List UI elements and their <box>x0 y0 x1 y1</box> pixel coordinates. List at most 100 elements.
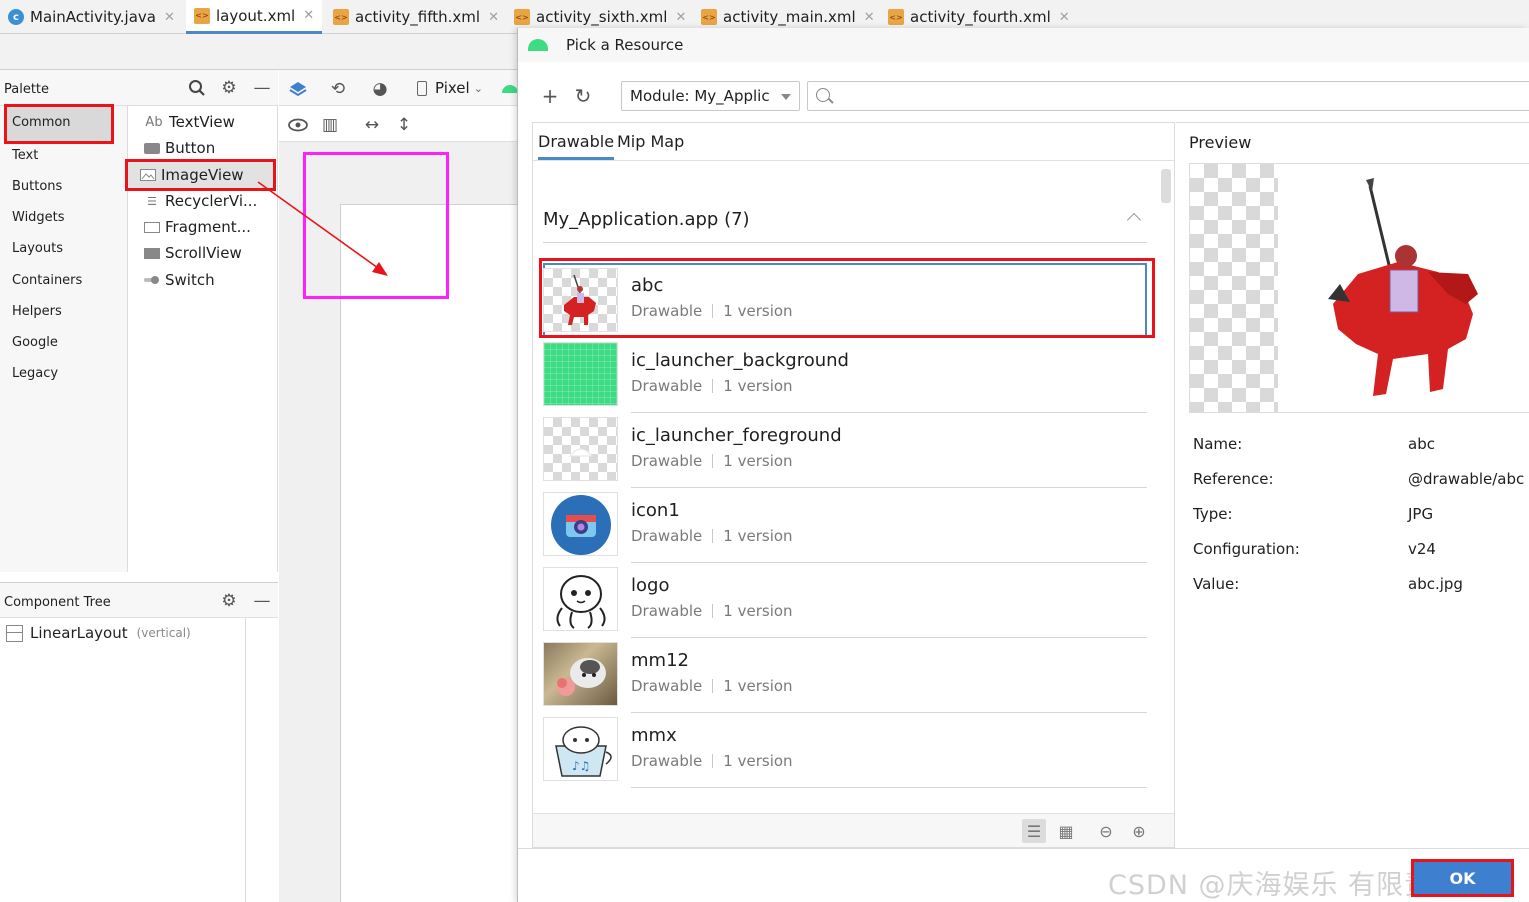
close-icon[interactable]: ✕ <box>864 10 875 25</box>
resource-versions: 1 version <box>723 602 793 620</box>
widget-imageview[interactable]: ImageView <box>125 159 276 191</box>
resource-versions: 1 version <box>723 452 793 470</box>
category-legacy[interactable]: Legacy <box>12 366 58 381</box>
tab-mipmap[interactable]: Mip Map <box>617 132 684 151</box>
widget-label: RecyclerVi... <box>165 192 258 210</box>
resource-meta: Drawable 1 version <box>631 602 793 620</box>
list-item-ic-launcher-background[interactable]: ic_launcher_background Drawable 1 versio… <box>543 338 1147 413</box>
widget-switch[interactable]: Switch <box>143 271 215 289</box>
resource-name: mmx <box>631 725 677 746</box>
search-icon[interactable] <box>187 78 207 98</box>
category-layouts[interactable]: Layouts <box>12 241 63 256</box>
resource-group-header[interactable]: My_Application.app (7) <box>543 209 1147 243</box>
tree-node-linearlayout[interactable]: LinearLayout (vertical) <box>6 624 191 642</box>
list-item-logo[interactable]: logo Drawable 1 version <box>543 563 1147 638</box>
design-canvas[interactable] <box>279 142 540 902</box>
widget-scrollview[interactable]: ScrollView <box>143 244 242 262</box>
tab-layout-xml[interactable]: <> layout.xml ✕ <box>186 0 323 34</box>
gear-icon[interactable]: ⚙ <box>219 591 239 611</box>
device-dropdown[interactable]: Pixel ⌄ <box>417 79 483 97</box>
eye-icon[interactable] <box>287 114 309 136</box>
transparency-strip <box>1190 164 1278 412</box>
list-view-icon[interactable]: ☰ <box>1022 819 1046 843</box>
prop-value-row: Value: abc.jpg <box>1193 575 1529 593</box>
layers-icon[interactable] <box>287 78 309 100</box>
layout-editor: Palette ⚙ — Common Text Buttons Widgets … <box>0 34 540 902</box>
device-label: Pixel <box>435 79 470 97</box>
close-icon[interactable]: ✕ <box>675 10 686 25</box>
tab-drawable[interactable]: Drawable <box>538 132 615 160</box>
resource-thumbnail <box>543 342 618 406</box>
scrollview-icon <box>143 246 161 260</box>
resource-versions: 1 version <box>723 752 793 770</box>
zoom-out-icon[interactable]: ⊖ <box>1094 819 1118 843</box>
refresh-icon[interactable]: ↻ <box>571 84 595 108</box>
scrollbar[interactable] <box>1161 169 1171 203</box>
component-tree: LinearLayout (vertical) <box>0 618 246 902</box>
grid-view-icon[interactable]: ▦ <box>1054 819 1078 843</box>
tab-mainactivity[interactable]: c MainActivity.java ✕ <box>8 0 175 34</box>
preview-image <box>1189 163 1529 413</box>
switch-icon <box>143 273 161 287</box>
resource-type: Drawable <box>631 527 703 545</box>
resource-thumbnail <box>543 417 618 481</box>
horizontal-resize-icon[interactable]: ↔ <box>361 114 383 136</box>
category-containers[interactable]: Containers <box>12 273 82 288</box>
minimize-icon[interactable]: — <box>252 78 272 98</box>
vertical-resize-icon[interactable]: ↕ <box>393 114 415 136</box>
widget-fragment[interactable]: Fragment... <box>143 218 251 236</box>
design-toolbar-secondary: ▥ ↔ ↕ <box>279 106 518 142</box>
close-icon[interactable]: ✕ <box>488 10 499 25</box>
resource-meta: Drawable 1 version <box>631 377 793 395</box>
palette-title: Palette <box>4 82 50 97</box>
meta-separator <box>712 679 714 693</box>
minimize-icon[interactable]: — <box>252 591 272 611</box>
widget-textview[interactable]: Ab TextView <box>143 113 235 131</box>
add-icon[interactable]: + <box>538 84 562 108</box>
prop-label: Value: <box>1193 575 1240 593</box>
button-icon <box>143 141 161 155</box>
list-item-mmx[interactable]: ♪♫ mmx Drawable 1 version <box>543 713 1147 788</box>
category-text[interactable]: Text <box>12 148 38 163</box>
gear-icon[interactable]: ⚙ <box>219 78 239 98</box>
tab-label: activity_fourth.xml <box>910 8 1051 26</box>
close-icon[interactable]: ✕ <box>1059 10 1070 25</box>
close-icon[interactable]: ✕ <box>303 8 314 23</box>
dialog-title-bar: Pick a Resource <box>518 28 1529 62</box>
tab-label: activity_main.xml <box>723 8 856 26</box>
tab-label: layout.xml <box>216 6 296 25</box>
ok-button[interactable]: OK <box>1411 859 1514 897</box>
category-common[interactable]: Common <box>4 104 114 144</box>
resource-name: ic_launcher_background <box>631 350 849 371</box>
widget-label: Button <box>165 139 216 157</box>
category-google[interactable]: Google <box>12 335 58 350</box>
widget-recyclerview[interactable]: ☰ RecyclerVi... <box>143 192 257 210</box>
night-mode-icon[interactable]: ◕ <box>369 78 391 100</box>
search-input[interactable] <box>807 81 1529 111</box>
prop-reference: Reference: @drawable/abc <box>1193 470 1529 488</box>
pick-resource-dialog: Pick a Resource + ↻ Module: My_Applic Dr… <box>517 28 1529 902</box>
orientation-icon[interactable]: ⟲ <box>327 78 349 100</box>
zoom-in-icon[interactable]: ⊕ <box>1127 819 1151 843</box>
columns-icon[interactable]: ▥ <box>319 114 341 136</box>
list-item-icon1[interactable]: icon1 Drawable 1 version <box>543 488 1147 563</box>
design-toolbar: ⟲ ◕ Pixel ⌄ <box>279 70 518 106</box>
category-helpers[interactable]: Helpers <box>12 304 62 319</box>
java-class-icon: c <box>8 9 24 25</box>
list-item-mm12[interactable]: mm12 Drawable 1 version <box>543 638 1147 713</box>
resource-versions: 1 version <box>723 677 793 695</box>
widget-label: TextView <box>169 113 235 131</box>
module-dropdown[interactable]: Module: My_Applic <box>621 81 800 111</box>
group-label: My_Application.app (7) <box>543 209 750 230</box>
resource-type: Drawable <box>631 677 703 695</box>
category-widgets[interactable]: Widgets <box>12 210 65 225</box>
widget-label: Switch <box>165 271 215 289</box>
tree-node-sublabel: (vertical) <box>136 626 191 640</box>
resource-list-panel: Drawable Mip Map My_Application.app (7) … <box>532 122 1175 848</box>
category-buttons[interactable]: Buttons <box>12 179 62 194</box>
list-item-ic-launcher-foreground[interactable]: ic_launcher_foreground Drawable 1 versio… <box>543 413 1147 488</box>
xml-file-icon: <> <box>701 9 717 25</box>
tab-activity-fifth[interactable]: <> activity_fifth.xml ✕ <box>333 0 499 34</box>
widget-button[interactable]: Button <box>143 139 215 157</box>
close-icon[interactable]: ✕ <box>164 10 175 25</box>
